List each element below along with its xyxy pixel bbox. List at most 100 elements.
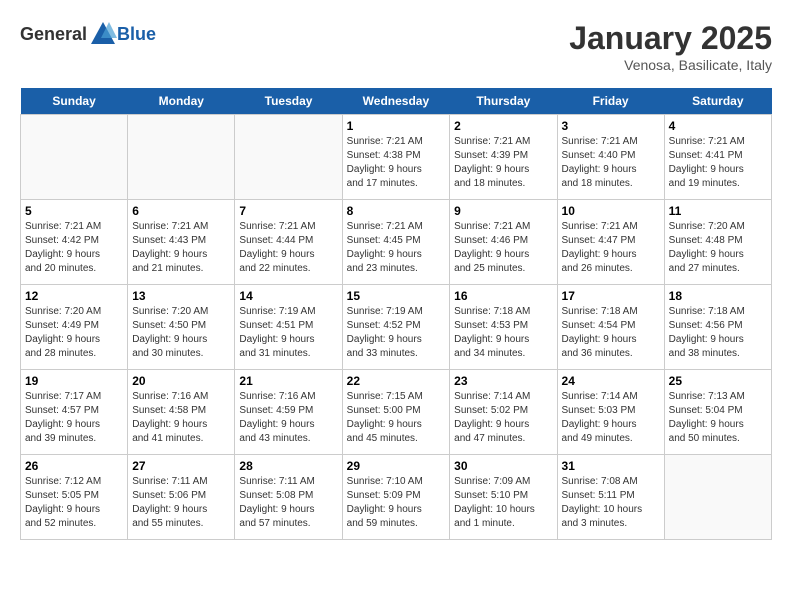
calendar-cell: 28 Sunrise: 7:11 AM Sunset: 5:08 PM Dayli…	[235, 455, 342, 540]
date-number: 8	[347, 204, 446, 218]
day-info: Sunrise: 7:21 AM Sunset: 4:46 PM Dayligh…	[454, 220, 552, 276]
calendar-cell: 8 Sunrise: 7:21 AM Sunset: 4:45 PM Daylig…	[342, 200, 450, 285]
calendar-cell: 23 Sunrise: 7:14 AM Sunset: 5:02 PM Dayli…	[450, 370, 557, 455]
date-number: 3	[562, 119, 660, 133]
day-info: Sunrise: 7:19 AM Sunset: 4:52 PM Dayligh…	[347, 305, 446, 361]
calendar-body: 1Sunrise: 7:21 AM Sunset: 4:38 PM Daylig…	[21, 115, 772, 540]
calendar-cell: 31Sunrise: 7:08 AM Sunset: 5:11 PM Dayli…	[557, 455, 664, 540]
calendar-cell: 13 Sunrise: 7:20 AM Sunset: 4:50 PM Dayli…	[128, 285, 235, 370]
calendar-cell: 20 Sunrise: 7:16 AM Sunset: 4:58 PM Dayli…	[128, 370, 235, 455]
calendar-cell: 26 Sunrise: 7:12 AM Sunset: 5:05 PM Dayli…	[21, 455, 128, 540]
day-info: Sunrise: 7:11 AM Sunset: 5:06 PM Dayligh…	[132, 475, 230, 531]
calendar-cell: 19Sunrise: 7:17 AM Sunset: 4:57 PM Dayli…	[21, 370, 128, 455]
day-info: Sunrise: 7:10 AM Sunset: 5:09 PM Dayligh…	[347, 475, 446, 531]
calendar-cell: 15 Sunrise: 7:19 AM Sunset: 4:52 PM Dayli…	[342, 285, 450, 370]
day-info: Sunrise: 7:15 AM Sunset: 5:00 PM Dayligh…	[347, 390, 446, 446]
calendar-cell: 17 Sunrise: 7:18 AM Sunset: 4:54 PM Dayli…	[557, 285, 664, 370]
calendar-cell: 11Sunrise: 7:20 AM Sunset: 4:48 PM Dayli…	[664, 200, 771, 285]
date-number: 25	[669, 374, 767, 388]
day-info: Sunrise: 7:18 AM Sunset: 4:53 PM Dayligh…	[454, 305, 552, 361]
date-number: 16	[454, 289, 552, 303]
day-info: Sunrise: 7:16 AM Sunset: 4:59 PM Dayligh…	[239, 390, 337, 446]
date-number: 23	[454, 374, 552, 388]
day-info: Sunrise: 7:21 AM Sunset: 4:41 PM Dayligh…	[669, 135, 767, 191]
calendar-cell: 27 Sunrise: 7:11 AM Sunset: 5:06 PM Dayli…	[128, 455, 235, 540]
date-number: 20	[132, 374, 230, 388]
day-info: Sunrise: 7:14 AM Sunset: 5:02 PM Dayligh…	[454, 390, 552, 446]
day-info: Sunrise: 7:18 AM Sunset: 4:54 PM Dayligh…	[562, 305, 660, 361]
day-header-thursday: Thursday	[450, 88, 557, 115]
day-info: Sunrise: 7:20 AM Sunset: 4:48 PM Dayligh…	[669, 220, 767, 276]
day-info: Sunrise: 7:08 AM Sunset: 5:11 PM Dayligh…	[562, 475, 660, 531]
day-info: Sunrise: 7:20 AM Sunset: 4:49 PM Dayligh…	[25, 305, 123, 361]
week-row-2: 5 Sunrise: 7:21 AM Sunset: 4:42 PM Daylig…	[21, 200, 772, 285]
calendar-cell: 2Sunrise: 7:21 AM Sunset: 4:39 PM Daylig…	[450, 115, 557, 200]
date-number: 18	[669, 289, 767, 303]
date-number: 6	[132, 204, 230, 218]
calendar-table: SundayMondayTuesdayWednesdayThursdayFrid…	[20, 88, 772, 540]
logo: General Blue	[20, 20, 156, 48]
date-number: 26	[25, 459, 123, 473]
week-row-4: 19Sunrise: 7:17 AM Sunset: 4:57 PM Dayli…	[21, 370, 772, 455]
date-number: 5	[25, 204, 123, 218]
day-info: Sunrise: 7:16 AM Sunset: 4:58 PM Dayligh…	[132, 390, 230, 446]
logo-icon	[89, 20, 117, 48]
calendar-cell: 22 Sunrise: 7:15 AM Sunset: 5:00 PM Dayli…	[342, 370, 450, 455]
calendar-cell	[235, 115, 342, 200]
day-info: Sunrise: 7:20 AM Sunset: 4:50 PM Dayligh…	[132, 305, 230, 361]
calendar-cell: 9Sunrise: 7:21 AM Sunset: 4:46 PM Daylig…	[450, 200, 557, 285]
calendar-cell: 1Sunrise: 7:21 AM Sunset: 4:38 PM Daylig…	[342, 115, 450, 200]
day-header-sunday: Sunday	[21, 88, 128, 115]
day-info: Sunrise: 7:14 AM Sunset: 5:03 PM Dayligh…	[562, 390, 660, 446]
calendar-cell: 7 Sunrise: 7:21 AM Sunset: 4:44 PM Daylig…	[235, 200, 342, 285]
calendar-cell: 10Sunrise: 7:21 AM Sunset: 4:47 PM Dayli…	[557, 200, 664, 285]
calendar-title: January 2025	[569, 20, 772, 57]
date-number: 10	[562, 204, 660, 218]
date-number: 29	[347, 459, 446, 473]
date-number: 19	[25, 374, 123, 388]
day-info: Sunrise: 7:09 AM Sunset: 5:10 PM Dayligh…	[454, 475, 552, 531]
day-info: Sunrise: 7:21 AM Sunset: 4:45 PM Dayligh…	[347, 220, 446, 276]
day-info: Sunrise: 7:13 AM Sunset: 5:04 PM Dayligh…	[669, 390, 767, 446]
logo-general: General	[20, 24, 87, 45]
day-info: Sunrise: 7:11 AM Sunset: 5:08 PM Dayligh…	[239, 475, 337, 531]
date-number: 17	[562, 289, 660, 303]
day-header-friday: Friday	[557, 88, 664, 115]
week-row-3: 12 Sunrise: 7:20 AM Sunset: 4:49 PM Dayli…	[21, 285, 772, 370]
day-info: Sunrise: 7:21 AM Sunset: 4:43 PM Dayligh…	[132, 220, 230, 276]
date-number: 28	[239, 459, 337, 473]
calendar-cell: 12 Sunrise: 7:20 AM Sunset: 4:49 PM Dayli…	[21, 285, 128, 370]
date-number: 24	[562, 374, 660, 388]
day-info: Sunrise: 7:12 AM Sunset: 5:05 PM Dayligh…	[25, 475, 123, 531]
date-number: 13	[132, 289, 230, 303]
page-header: General Blue January 2025 Venosa, Basili…	[20, 20, 772, 73]
day-info: Sunrise: 7:21 AM Sunset: 4:40 PM Dayligh…	[562, 135, 660, 191]
calendar-cell: 16 Sunrise: 7:18 AM Sunset: 4:53 PM Dayli…	[450, 285, 557, 370]
day-info: Sunrise: 7:19 AM Sunset: 4:51 PM Dayligh…	[239, 305, 337, 361]
days-header-row: SundayMondayTuesdayWednesdayThursdayFrid…	[21, 88, 772, 115]
date-number: 12	[25, 289, 123, 303]
day-header-wednesday: Wednesday	[342, 88, 450, 115]
calendar-cell	[21, 115, 128, 200]
week-row-5: 26 Sunrise: 7:12 AM Sunset: 5:05 PM Dayli…	[21, 455, 772, 540]
date-number: 1	[347, 119, 446, 133]
day-header-tuesday: Tuesday	[235, 88, 342, 115]
calendar-cell: 5 Sunrise: 7:21 AM Sunset: 4:42 PM Daylig…	[21, 200, 128, 285]
date-number: 4	[669, 119, 767, 133]
day-info: Sunrise: 7:21 AM Sunset: 4:39 PM Dayligh…	[454, 135, 552, 191]
calendar-cell	[128, 115, 235, 200]
calendar-cell: 25 Sunrise: 7:13 AM Sunset: 5:04 PM Dayli…	[664, 370, 771, 455]
day-info: Sunrise: 7:21 AM Sunset: 4:42 PM Dayligh…	[25, 220, 123, 276]
calendar-cell: 30Sunrise: 7:09 AM Sunset: 5:10 PM Dayli…	[450, 455, 557, 540]
calendar-cell: 18Sunrise: 7:18 AM Sunset: 4:56 PM Dayli…	[664, 285, 771, 370]
date-number: 27	[132, 459, 230, 473]
date-number: 7	[239, 204, 337, 218]
day-info: Sunrise: 7:21 AM Sunset: 4:44 PM Dayligh…	[239, 220, 337, 276]
date-number: 22	[347, 374, 446, 388]
calendar-cell: 24 Sunrise: 7:14 AM Sunset: 5:03 PM Dayli…	[557, 370, 664, 455]
logo-blue: Blue	[117, 24, 156, 45]
title-section: January 2025 Venosa, Basilicate, Italy	[569, 20, 772, 73]
calendar-cell	[664, 455, 771, 540]
calendar-cell: 21Sunrise: 7:16 AM Sunset: 4:59 PM Dayli…	[235, 370, 342, 455]
date-number: 15	[347, 289, 446, 303]
